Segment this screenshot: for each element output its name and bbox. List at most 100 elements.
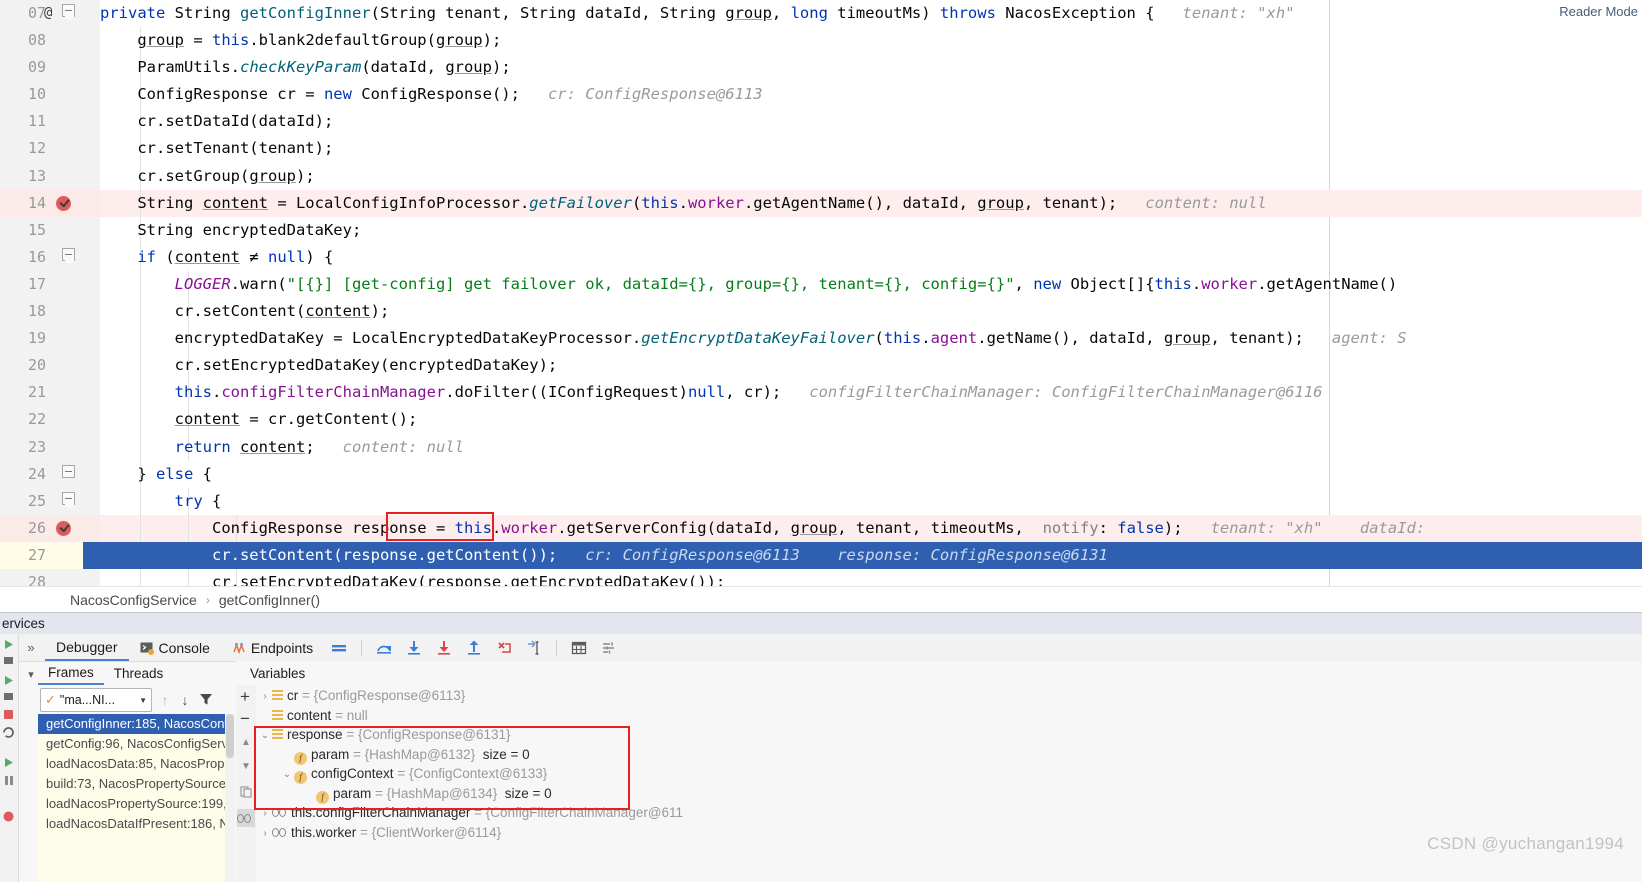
run-icon[interactable]	[2, 638, 15, 651]
line-text[interactable]: cr.setDataId(dataId);	[100, 108, 333, 135]
line-text[interactable]: if (content ≠ null) {	[100, 244, 333, 271]
tab-variables[interactable]: Variables	[236, 661, 315, 685]
variable-row[interactable]: f param = {HashMap@6132} size = 0	[258, 745, 1642, 765]
frames-tabs[interactable]: Frames Threads	[38, 661, 225, 685]
filter-frames-button[interactable]	[198, 691, 216, 709]
code-line[interactable]: 10 ConfigResponse cr = new ConfigRespons…	[0, 81, 1642, 109]
frame-list-item[interactable]: getConfigInner:185, NacosConfi	[38, 714, 225, 734]
line-text[interactable]: } else {	[100, 461, 212, 488]
code-line[interactable]: 13 cr.setGroup(group);	[0, 162, 1642, 190]
pause-icon[interactable]	[2, 774, 15, 787]
code-line[interactable]: 20 cr.setEncryptedDataKey(encryptedDataK…	[0, 352, 1642, 380]
code-line[interactable]: 27 cr.setContent(response.getContent());…	[0, 541, 1642, 569]
drop-frame-icon[interactable]	[489, 634, 519, 661]
line-text[interactable]: ConfigResponse cr = new ConfigResponse()…	[100, 81, 762, 108]
code-line[interactable]: 15 String encryptedDataKey;	[0, 216, 1642, 244]
code-fold-toggle[interactable]	[62, 464, 75, 478]
step-into-icon[interactable]	[399, 634, 429, 661]
code-line[interactable]: 23 return content; content: null	[0, 433, 1642, 461]
variable-row[interactable]: content = null	[258, 706, 1642, 726]
frame-down-button[interactable]: ↓	[175, 690, 195, 710]
code-fold-toggle[interactable]	[62, 491, 75, 505]
line-text[interactable]: cr.setGroup(group);	[100, 163, 314, 190]
frame-list-item[interactable]: loadNacosDataIfPresent:186, Na	[38, 814, 225, 834]
code-fold-toggle[interactable]	[62, 4, 75, 17]
frames-scrollbar-thumb[interactable]	[226, 714, 234, 758]
frame-list-item[interactable]: getConfig:96, NacosConfigServi	[38, 734, 225, 754]
code-line[interactable]: 17 LOGGER.warn("[{}] [get-config] get fa…	[0, 270, 1642, 299]
line-text[interactable]: ConfigResponse response = this.worker.ge…	[100, 515, 1425, 542]
expand-toggle[interactable]: ⌄	[258, 726, 272, 746]
copy-value-button[interactable]	[240, 785, 252, 803]
expand-toggle[interactable]: ›	[258, 687, 272, 707]
move-watch-up-button[interactable]: ▲	[241, 737, 251, 748]
code-line[interactable]: 25 try {	[0, 487, 1642, 515]
inspect-button[interactable]	[237, 809, 255, 827]
show-execution-point-icon[interactable]	[324, 634, 354, 661]
variable-row[interactable]: › this.configFilterChainManager = {Config…	[258, 803, 1642, 823]
line-text[interactable]: return content; content: null	[100, 434, 464, 461]
remove-watch-button[interactable]: −	[240, 710, 250, 727]
resume-icon[interactable]	[2, 756, 15, 769]
expand-services-chevron-icon[interactable]: »	[19, 634, 43, 661]
frame-list-item[interactable]: build:73, NacosPropertySourceB	[38, 774, 225, 794]
breadcrumb-method[interactable]: getConfigInner()	[219, 592, 320, 608]
frame-list-item[interactable]: loadNacosPropertySource:199,	[38, 794, 225, 814]
mute-breakpoints-icon[interactable]	[2, 810, 15, 823]
code-line[interactable]: 11 cr.setDataId(dataId);	[0, 108, 1642, 136]
variable-row[interactable]: › cr = {ConfigResponse@6113}	[258, 686, 1642, 706]
line-text[interactable]: cr.setTenant(tenant);	[100, 135, 333, 162]
code-editor[interactable]: 07 @ private String getConfigInner(String …	[0, 0, 1642, 600]
step-out-icon[interactable]	[459, 634, 489, 661]
line-text[interactable]: try {	[100, 488, 222, 515]
variable-row[interactable]: f param = {HashMap@6134} size = 0	[258, 784, 1642, 804]
code-line[interactable]: 09 ParamUtils.checkKeyParam(dataId, grou…	[0, 54, 1642, 82]
line-text[interactable]: this.configFilterChainManager.doFilter((…	[100, 379, 1323, 406]
frame-up-button[interactable]: ↑	[155, 690, 175, 710]
settings-icon[interactable]	[594, 634, 624, 661]
breakpoint-icon[interactable]	[56, 195, 71, 211]
expand-toggle[interactable]: ›	[258, 824, 272, 844]
line-text[interactable]: cr.setContent(content);	[100, 298, 390, 325]
chevron-down-icon[interactable]: ▼	[139, 696, 147, 705]
breadcrumb[interactable]: NacosConfigService › getConfigInner()	[0, 586, 1642, 612]
line-text[interactable]: LOGGER.warn("[{}] [get-config] get failo…	[100, 271, 1398, 298]
debugger-toolbar[interactable]: Debugger Console Endpoints	[0, 634, 1642, 662]
code-lines[interactable]: 07 @ private String getConfigInner(String …	[0, 0, 1642, 600]
code-line[interactable]: 18 cr.setContent(content);	[0, 298, 1642, 326]
stop-icon[interactable]	[2, 708, 15, 721]
expand-toggle[interactable]: ⌄	[280, 765, 294, 785]
run-icon-2[interactable]	[2, 674, 15, 687]
code-line[interactable]: 22 content = cr.getContent();	[0, 406, 1642, 434]
line-text[interactable]: String encryptedDataKey;	[100, 217, 361, 244]
code-line[interactable]: 19 encryptedDataKey = LocalEncryptedData…	[0, 325, 1642, 353]
line-text[interactable]: String content = LocalConfigInfoProcesso…	[100, 190, 1266, 217]
add-watch-button[interactable]: +	[240, 688, 250, 705]
variables-side-toolbar[interactable]: + − ▲ ▼	[236, 685, 256, 882]
thread-selector[interactable]: ✓ "ma...NI... ▼	[40, 688, 152, 712]
code-line[interactable]: 16 if (content ≠ null) {	[0, 243, 1642, 271]
line-text[interactable]: ParamUtils.checkKeyParam(dataId, group);	[100, 54, 510, 81]
tab-endpoints[interactable]: Endpoints	[221, 634, 324, 661]
code-line[interactable]: 24 } else {	[0, 460, 1642, 488]
code-line[interactable]: 12 cr.setTenant(tenant);	[0, 135, 1642, 163]
rerun-icon[interactable]	[2, 726, 15, 739]
breadcrumb-class[interactable]: NacosConfigService	[70, 592, 197, 608]
code-line[interactable]: 07 @ private String getConfigInner(String …	[0, 0, 1642, 28]
move-watch-down-button[interactable]: ▼	[241, 761, 251, 772]
service-node-icon[interactable]	[2, 654, 15, 667]
code-line[interactable]: 26 ConfigResponse response = this.worker…	[0, 514, 1642, 542]
tab-frames[interactable]: Frames	[38, 661, 104, 685]
tab-console[interactable]: Console	[129, 634, 221, 661]
variable-row[interactable]: ⌄ response = {ConfigResponse@6131}	[258, 725, 1642, 745]
evaluate-expression-icon[interactable]	[564, 634, 594, 661]
force-step-into-icon[interactable]	[429, 634, 459, 661]
step-over-icon[interactable]	[369, 634, 399, 661]
code-fold-toggle[interactable]	[62, 247, 75, 261]
breakpoint-icon[interactable]	[56, 520, 71, 536]
services-run-rail[interactable]	[0, 634, 19, 882]
line-text[interactable]: encryptedDataKey = LocalEncryptedDataKey…	[100, 325, 1407, 352]
line-text[interactable]: cr.setContent(response.getContent()); cr…	[100, 542, 1108, 569]
annotation-gutter-icon[interactable]: @	[44, 0, 52, 27]
code-line[interactable]: 21 this.configFilterChainManager.doFilte…	[0, 379, 1642, 407]
